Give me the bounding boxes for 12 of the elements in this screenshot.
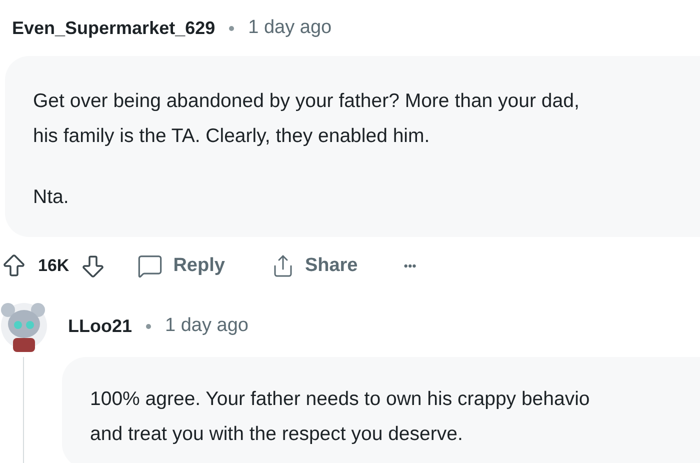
timestamp: 1 day ago	[165, 314, 248, 338]
more-button[interactable]: •••	[404, 257, 416, 275]
speech-bubble-icon	[137, 253, 164, 279]
vote-count: 16K	[38, 255, 70, 278]
timestamp: 1 day ago	[248, 16, 332, 40]
reply-button[interactable]: Reply	[137, 252, 225, 280]
comment-text: Nta.	[33, 185, 70, 210]
username[interactable]: LLoo21	[68, 312, 132, 340]
username[interactable]: Even_Supermarket_629	[12, 14, 216, 42]
share-button[interactable]: Share	[270, 252, 358, 280]
comment-text: Get over being abandoned by your father? More than your dad, his family is the TA. Clearly, they enabled him.	[33, 89, 580, 149]
comment-text: 100% agree. Your father needs to own his crappy behavio and treat you with the respect you deserve.	[90, 387, 591, 447]
